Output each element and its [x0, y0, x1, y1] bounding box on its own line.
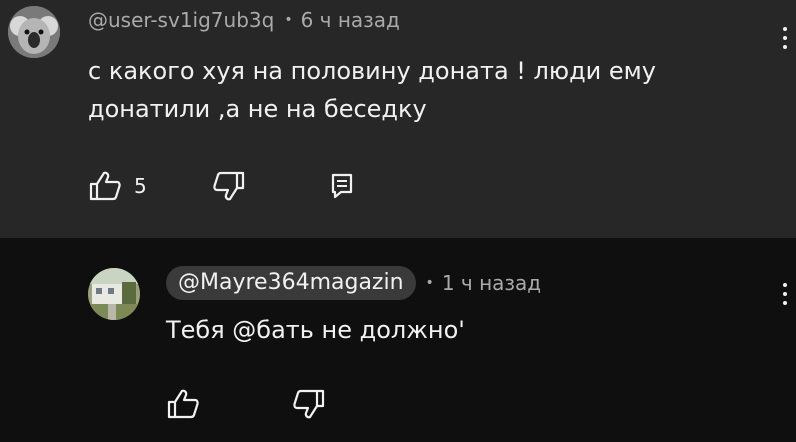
comment-meta: @user-sv1ig7ub3q • 6 ч назад: [88, 8, 400, 32]
author-name[interactable]: @user-sv1ig7ub3q: [88, 8, 274, 32]
like-button[interactable]: 5: [88, 170, 147, 202]
author-chip[interactable]: @Mayre364magazin: [166, 266, 416, 300]
timestamp: 1 ч назад: [441, 271, 542, 295]
user-avatar[interactable]: [8, 6, 60, 58]
like-button[interactable]: [166, 388, 200, 420]
timestamp: 6 ч назад: [300, 8, 400, 32]
thumbs-down-icon: [213, 171, 245, 201]
reply-text: Тебя @бать не должно': [166, 316, 465, 344]
more-vert-icon[interactable]: [778, 18, 792, 58]
comment-text-line: донатили ,а не на беседку: [88, 95, 427, 123]
comment-text-line: с какого хуя на половину доната ! люди е…: [88, 57, 656, 85]
reply-icon: [331, 173, 353, 199]
reply-meta: @Mayre364magazin • 1 ч назад: [166, 266, 541, 300]
comment-card: @user-sv1ig7ub3q • 6 ч назад с какого ху…: [0, 0, 796, 238]
separator-dot: •: [425, 275, 434, 291]
reply-card: @Mayre364magazin • 1 ч назад Тебя @бать …: [0, 238, 796, 442]
user-avatar[interactable]: [88, 268, 140, 320]
separator-dot: •: [284, 12, 293, 28]
reply-button[interactable]: [330, 172, 354, 200]
thumbs-down-icon: [293, 389, 325, 419]
like-count: 5: [134, 174, 147, 198]
dislike-button[interactable]: [212, 170, 246, 202]
dislike-button[interactable]: [292, 388, 326, 420]
more-vert-icon[interactable]: [778, 274, 792, 314]
thumbs-up-icon: [89, 171, 121, 201]
comment-text: с какого хуя на половину доната ! люди е…: [88, 52, 656, 128]
koala-avatar-icon: [8, 6, 60, 58]
thumbs-up-icon: [167, 389, 199, 419]
house-photo-avatar-icon: [88, 268, 140, 320]
